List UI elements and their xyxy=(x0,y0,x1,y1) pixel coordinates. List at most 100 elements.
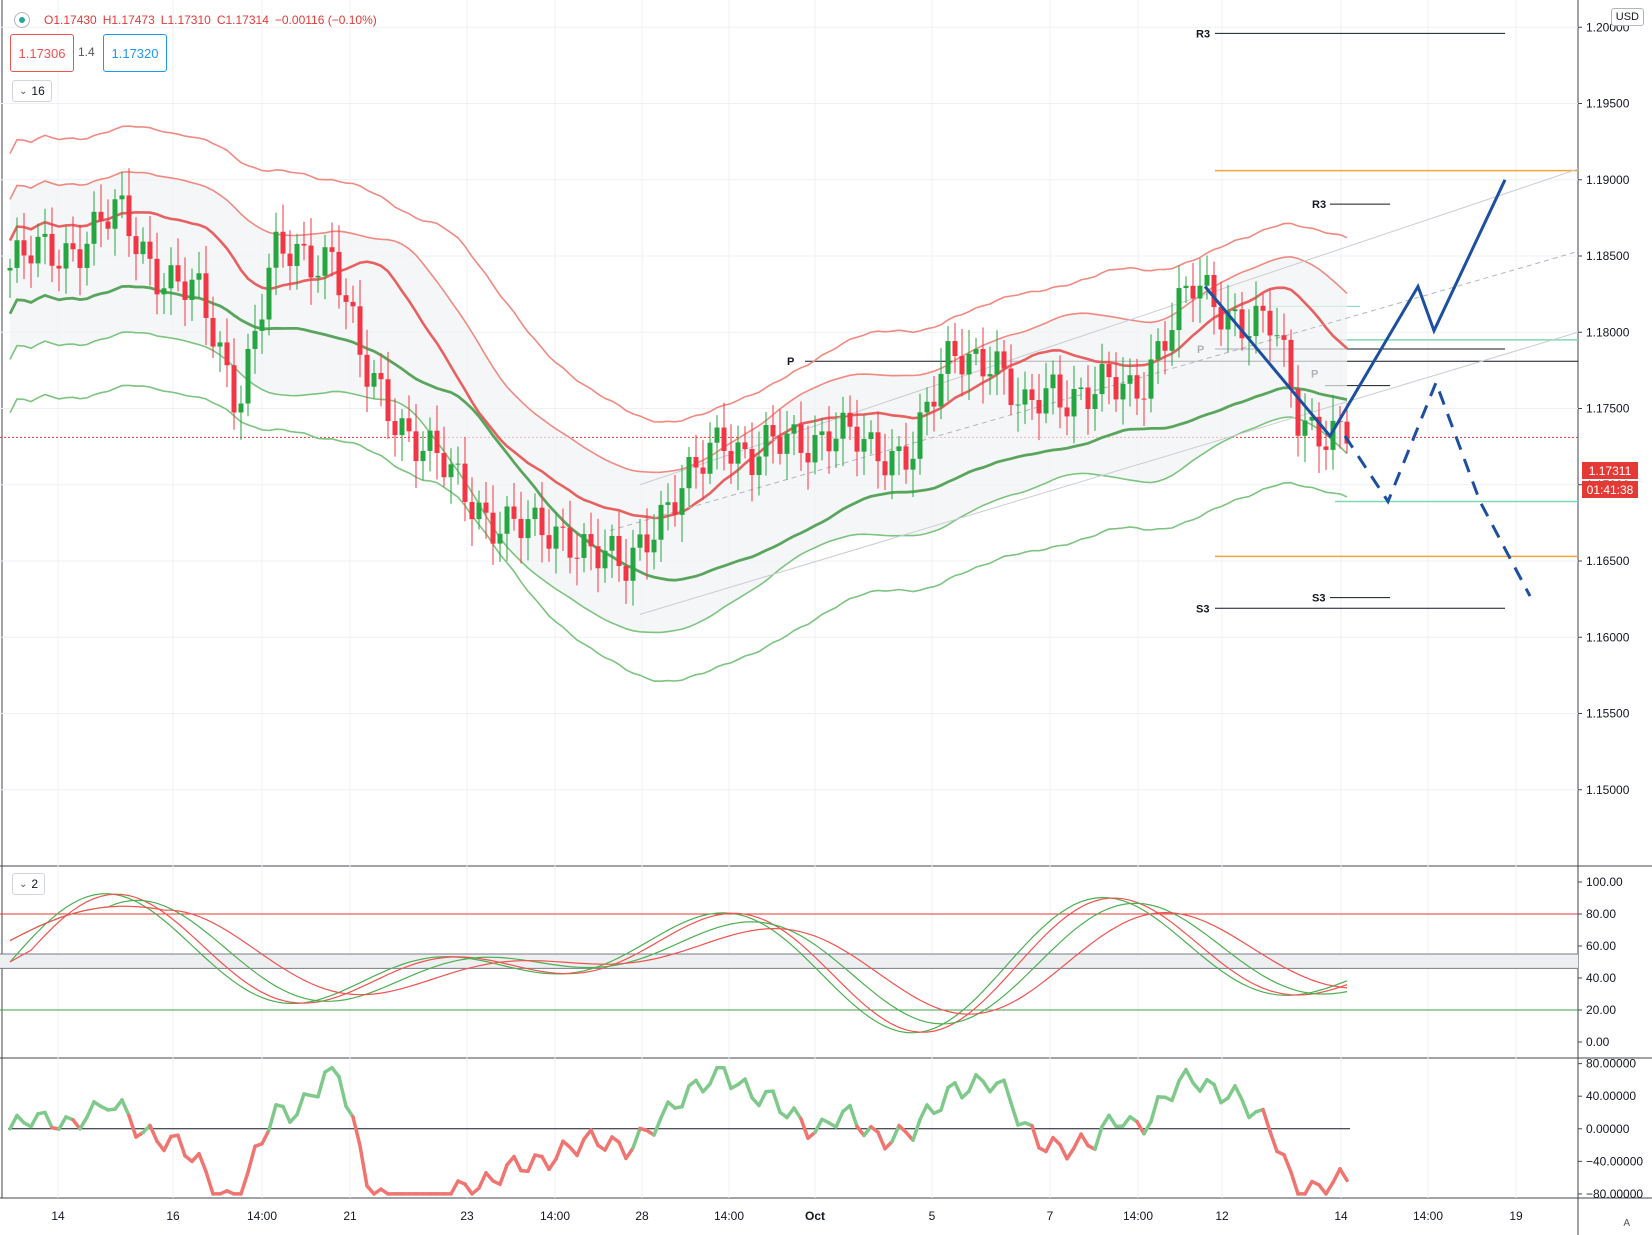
candle-body xyxy=(294,243,300,266)
candle-body xyxy=(91,211,97,244)
candle-body xyxy=(609,535,615,551)
candle-body xyxy=(378,373,384,380)
momentum-segment xyxy=(449,1179,460,1196)
momentum-tick-label: 0.00000 xyxy=(1586,1122,1630,1136)
candle-body xyxy=(224,342,230,366)
candle-body xyxy=(497,533,503,544)
daily-r3-label: R3 xyxy=(1312,199,1326,211)
time-tick-label: 14 xyxy=(51,1209,65,1223)
momentum-segment xyxy=(1289,1170,1300,1196)
candle-body xyxy=(119,195,125,200)
status-dot-icon[interactable] xyxy=(14,12,30,28)
candle-body xyxy=(455,463,461,465)
candle-body xyxy=(1064,407,1070,417)
candle-body xyxy=(1190,285,1196,299)
sell-button[interactable]: 1.17306 xyxy=(10,34,74,72)
candle-body xyxy=(196,273,202,280)
candle-body xyxy=(252,330,258,349)
time-tick-label: 19 xyxy=(1509,1209,1523,1223)
candle-body xyxy=(287,253,293,266)
momentum-segment xyxy=(631,1126,642,1150)
candle-body xyxy=(315,275,321,278)
candle-body xyxy=(154,258,160,295)
candle-body xyxy=(987,374,993,377)
momentum-segment xyxy=(1100,1113,1111,1129)
candle-body xyxy=(420,450,426,462)
momentum-segment xyxy=(967,1073,978,1093)
candle-body xyxy=(280,231,286,254)
price-tick-label: 1.16500 xyxy=(1586,554,1630,568)
candle-body xyxy=(245,348,251,404)
momentum-segment xyxy=(29,1112,40,1129)
momentum-segment xyxy=(834,1109,845,1129)
momentum-segment xyxy=(85,1100,96,1119)
chart-canvas[interactable]: R3PS3R3PS3P 1.150001.155001.160001.16500… xyxy=(0,0,1652,1235)
candle-body xyxy=(896,446,902,452)
candle-body xyxy=(1197,285,1203,299)
candle-body xyxy=(980,349,986,377)
auto-scale-button[interactable]: A xyxy=(1623,1218,1630,1229)
momentum-segment xyxy=(1170,1079,1181,1103)
high-value: H1.17473 xyxy=(102,13,155,27)
candle-body xyxy=(441,453,447,478)
candle-body xyxy=(35,236,41,264)
momentum-tick-label: −80.00000 xyxy=(1586,1187,1643,1201)
candle-body xyxy=(1218,307,1224,330)
candle-body xyxy=(42,233,48,237)
stoch-tick-label: 0.00 xyxy=(1586,1035,1610,1049)
indicator-toggle-main[interactable]: ⌄ 16 xyxy=(12,80,52,102)
momentum-segment xyxy=(1268,1129,1279,1154)
momentum-segment xyxy=(1240,1098,1251,1120)
momentum-segment xyxy=(1149,1095,1160,1124)
momentum-segment xyxy=(148,1123,159,1143)
stoch-tick-label: 60.00 xyxy=(1586,939,1616,953)
candle-body xyxy=(910,458,916,470)
indicator-toggle-stoch[interactable]: ⌄ 2 xyxy=(12,873,46,895)
momentum-segment xyxy=(1079,1132,1090,1148)
candle-body xyxy=(539,507,545,536)
momentum-segment xyxy=(463,1182,474,1196)
candle-body xyxy=(392,421,398,436)
candle-body xyxy=(28,255,34,264)
candle-body xyxy=(385,379,391,422)
candle-body xyxy=(1127,375,1133,384)
candle-body xyxy=(847,412,853,427)
momentum-segment xyxy=(680,1084,691,1109)
candle-body xyxy=(973,349,979,354)
candle-body xyxy=(476,502,482,520)
candle-body xyxy=(175,265,181,282)
candle-body xyxy=(364,354,370,387)
momentum-segment xyxy=(876,1130,887,1151)
buy-button[interactable]: 1.17320 xyxy=(103,34,167,72)
momentum-segment xyxy=(162,1134,173,1153)
candle-body xyxy=(917,412,923,459)
momentum-segment xyxy=(813,1117,824,1135)
indicator-count: 16 xyxy=(31,84,45,98)
momentum-segment xyxy=(981,1079,992,1094)
price-tick-label: 1.15000 xyxy=(1586,783,1630,797)
candle-body xyxy=(1162,341,1168,351)
candle-body xyxy=(1211,274,1217,308)
candle-body xyxy=(462,463,468,502)
candle-body xyxy=(728,450,734,464)
price-tick-label: 1.19000 xyxy=(1586,173,1630,187)
candle-body xyxy=(126,195,132,237)
candle-body xyxy=(721,427,727,451)
candle-body xyxy=(735,442,741,464)
candle-body xyxy=(1043,388,1049,414)
candle-body xyxy=(574,557,580,559)
axes: 1.150001.155001.160001.165001.170001.175… xyxy=(51,20,1643,1223)
candle-body xyxy=(588,534,594,547)
candle-body xyxy=(112,199,118,229)
candle-body xyxy=(182,281,188,300)
momentum-segment xyxy=(526,1153,537,1173)
projection-dashed-path xyxy=(1343,378,1532,597)
currency-button[interactable]: USD xyxy=(1610,8,1644,26)
time-tick-label: 14:00 xyxy=(714,1209,744,1223)
time-tick-label: 23 xyxy=(460,1209,474,1223)
candle-body xyxy=(672,502,678,515)
low-value: L1.17310 xyxy=(160,13,211,27)
candle-body xyxy=(784,433,790,454)
candle-body xyxy=(770,425,776,437)
momentum-segment xyxy=(953,1081,964,1100)
